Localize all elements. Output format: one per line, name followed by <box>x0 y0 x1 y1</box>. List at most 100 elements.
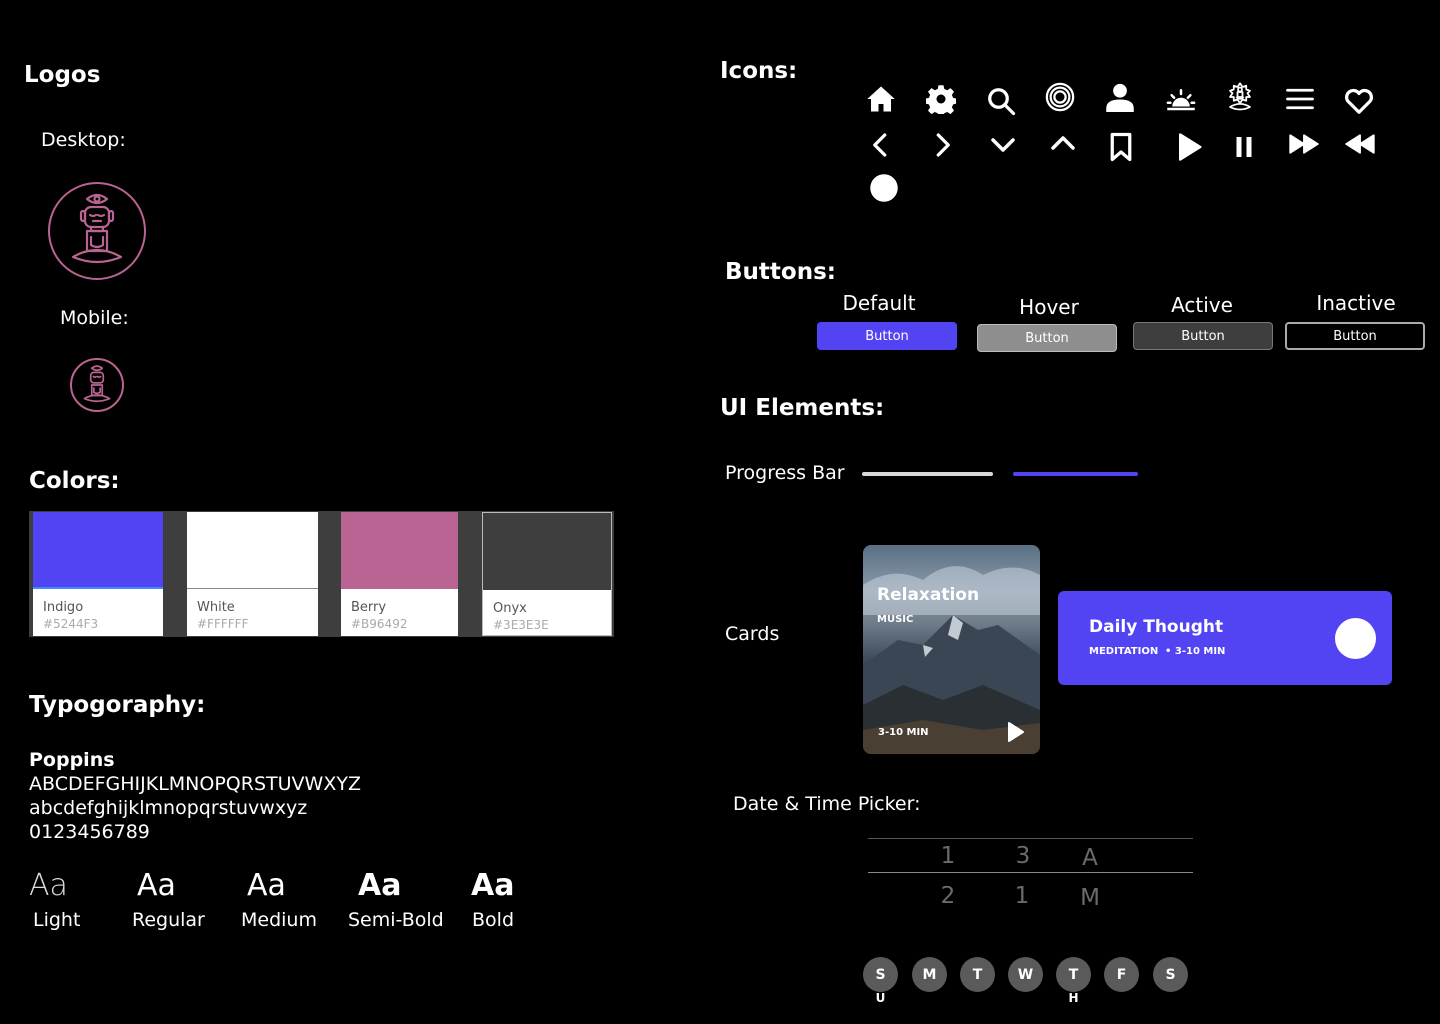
weight-name: Bold <box>472 909 514 931</box>
mobile-logo <box>70 358 124 412</box>
weight-medium: Aa Medium <box>241 868 317 931</box>
progress-bar-filled <box>1013 472 1138 476</box>
icons-title: Icons: <box>720 58 798 84</box>
typography-title: Typogoraphy: <box>29 692 206 718</box>
circle-icon <box>867 171 901 205</box>
swatch-name: White <box>197 600 235 615</box>
picker-hour-1[interactable]: 1 <box>933 843 963 869</box>
swatch-berry: Berry #B96492 <box>341 512 458 636</box>
day-monday[interactable]: M <box>912 957 947 992</box>
mobile-label: Mobile: <box>60 307 129 329</box>
ui-elements-title: UI Elements: <box>720 395 885 421</box>
card-subtitle: MUSIC <box>877 614 914 625</box>
pause-icon <box>1227 130 1261 164</box>
picker-divider-bottom <box>868 872 1193 873</box>
swatch-hex: #FFFFFF <box>197 617 249 631</box>
daily-thought-card[interactable]: Daily Thought MEDITATION • 3-10 MIN <box>1058 591 1392 685</box>
button-state-active: Active <box>1171 293 1233 317</box>
picker-minute-1[interactable]: 3 <box>1008 843 1038 869</box>
swatch-white: White #FFFFFF <box>187 512 318 636</box>
chevron-right-icon <box>925 128 959 162</box>
button-state-inactive: Inactive <box>1316 291 1396 315</box>
weight-name: Light <box>33 909 81 931</box>
swatch-hex: #5244F3 <box>43 617 99 631</box>
swatch-hex: #B96492 <box>351 617 408 631</box>
fast-forward-icon <box>1287 127 1321 161</box>
weight-regular: Aa Regular <box>132 868 205 931</box>
swatch-chip <box>483 513 611 590</box>
day-sub-thursday: H <box>1068 991 1079 1005</box>
chevron-up-icon <box>1046 126 1080 160</box>
hover-button[interactable]: Button <box>977 324 1117 352</box>
swatch-indigo: Indigo #5244F3 <box>33 512 163 636</box>
heart-icon <box>1342 84 1376 118</box>
progress-bar-label: Progress Bar <box>725 462 845 484</box>
relaxation-card[interactable]: Relaxation MUSIC 3-10 MIN <box>863 545 1040 754</box>
card-duration: • 3-10 MIN <box>1165 646 1226 657</box>
lowercase-sample: abcdefghijklmnopqrstuvwxyz <box>29 797 308 819</box>
swatch-hex: #3E3E3E <box>493 618 549 632</box>
weight-sample: Aa <box>29 868 68 903</box>
swatch-chip <box>33 512 163 589</box>
weight-name: Medium <box>241 909 317 931</box>
gear-icon <box>924 82 958 116</box>
card-title: Daily Thought <box>1089 617 1224 637</box>
meditation-icon <box>1223 80 1257 114</box>
weight-sample: Aa <box>358 868 402 903</box>
logos-title: Logos <box>24 62 101 88</box>
weight-semibold: Aa Semi-Bold <box>348 868 444 931</box>
rewind-icon <box>1343 127 1377 161</box>
swatch-onyx: Onyx #3E3E3E <box>482 512 612 636</box>
desktop-logo <box>48 182 146 280</box>
day-thursday[interactable]: T <box>1056 957 1091 992</box>
button-state-hover: Hover <box>1019 295 1079 319</box>
inactive-button[interactable]: Button <box>1285 322 1425 350</box>
swatch-name: Indigo <box>43 600 84 615</box>
picker-divider-top <box>868 838 1193 839</box>
chevron-down-icon <box>986 128 1020 162</box>
picker-ampm-2[interactable]: M <box>1075 885 1105 911</box>
target-icon <box>1043 80 1077 114</box>
home-icon <box>864 82 898 116</box>
weight-sample: Aa <box>471 868 515 903</box>
day-friday[interactable]: F <box>1104 957 1139 992</box>
card-duration: 3-10 MIN <box>878 727 929 738</box>
weight-sample: Aa <box>247 868 286 903</box>
play-icon[interactable] <box>1003 720 1027 744</box>
weight-sample: Aa <box>137 868 176 903</box>
user-icon <box>1103 80 1137 114</box>
picker-hour-2[interactable]: 2 <box>933 883 963 909</box>
weight-bold: Aa Bold <box>471 868 514 931</box>
search-icon <box>984 84 1018 118</box>
menu-icon <box>1283 82 1317 116</box>
progress-bar-empty <box>862 472 993 476</box>
meditation-logo-icon <box>83 365 111 403</box>
colors-title: Colors: <box>29 468 120 494</box>
cards-label: Cards <box>725 623 780 645</box>
card-toggle-circle[interactable] <box>1335 618 1376 659</box>
card-category: MEDITATION <box>1089 646 1159 657</box>
default-button[interactable]: Button <box>817 322 957 350</box>
active-button[interactable]: Button <box>1133 322 1273 350</box>
weight-light: Aa Light <box>29 868 80 931</box>
swatch-chip <box>341 512 458 589</box>
weight-name: Regular <box>132 909 205 931</box>
desktop-label: Desktop: <box>41 129 126 151</box>
bookmark-icon <box>1104 130 1138 164</box>
day-tuesday[interactable]: T <box>960 957 995 992</box>
day-sunday[interactable]: S <box>863 957 898 992</box>
color-palette: Indigo #5244F3 White #FFFFFF Berry #B964… <box>29 511 614 637</box>
picker-minute-2[interactable]: 1 <box>1007 883 1037 909</box>
buttons-title: Buttons: <box>725 259 836 285</box>
sunrise-icon <box>1164 82 1198 116</box>
chevron-left-icon <box>864 128 898 162</box>
button-state-default: Default <box>842 291 916 315</box>
swatch-name: Onyx <box>493 601 527 616</box>
font-name: Poppins <box>29 749 115 771</box>
weight-name: Semi-Bold <box>348 909 444 931</box>
day-wednesday[interactable]: W <box>1008 957 1043 992</box>
picker-label: Date & Time Picker: <box>733 793 921 815</box>
day-saturday[interactable]: S <box>1153 957 1188 992</box>
picker-ampm-1[interactable]: A <box>1075 845 1105 871</box>
uppercase-sample: ABCDEFGHIJKLMNOPQRSTUVWXYZ <box>29 773 361 795</box>
